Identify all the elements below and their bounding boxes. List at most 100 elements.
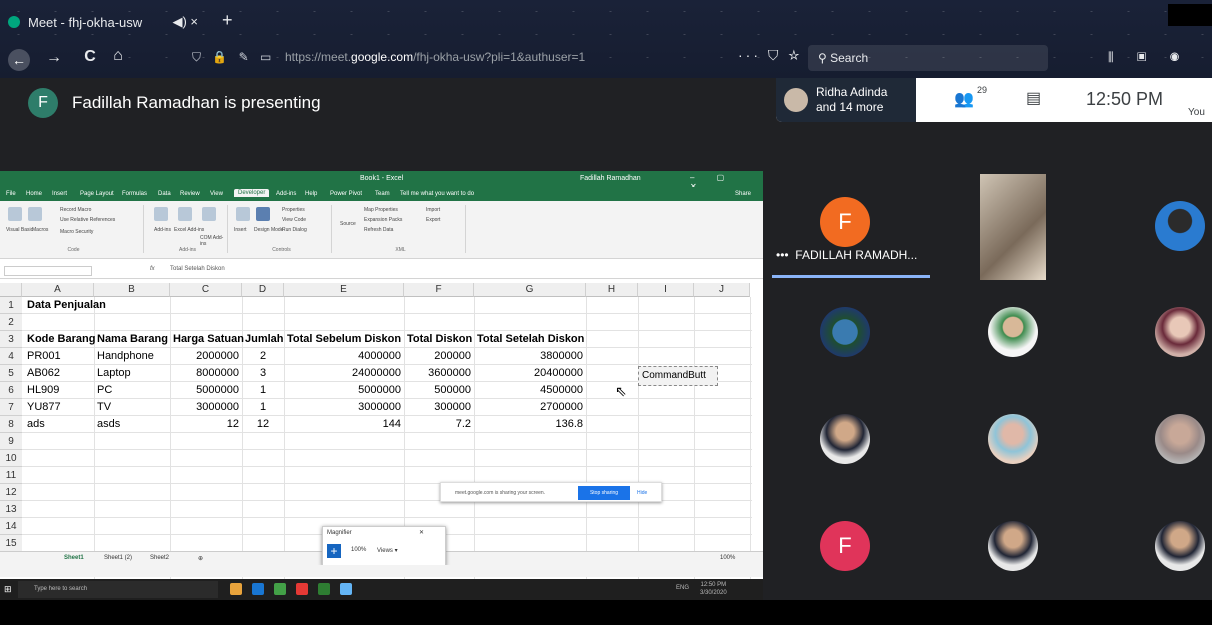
data-cell[interactable]: PC bbox=[94, 382, 115, 399]
participant-tile-avatar[interactable] bbox=[988, 521, 1038, 571]
data-cell[interactable]: Handphone bbox=[94, 348, 157, 365]
row-header[interactable]: 7 bbox=[0, 399, 22, 416]
col-header-c[interactable]: C bbox=[170, 283, 242, 297]
com-add-ins-button[interactable]: COM Add-ins bbox=[200, 235, 227, 247]
toolbar-icons[interactable]: ⫼ ▣ ◉ bbox=[1108, 50, 1189, 65]
record-macro-button[interactable]: Record Macro bbox=[60, 207, 91, 213]
excel-add-ins-button[interactable]: Excel Add-ins bbox=[174, 227, 204, 233]
row-header[interactable]: 15 bbox=[0, 535, 22, 552]
people-icon[interactable]: 👥 bbox=[954, 89, 974, 109]
forward-button[interactable]: → bbox=[40, 49, 68, 67]
visual-basic-button[interactable]: Visual Basic bbox=[6, 227, 33, 233]
import-button[interactable]: Import bbox=[426, 207, 440, 213]
reload-button[interactable]: C bbox=[76, 48, 104, 66]
more-options-icon[interactable]: ••• bbox=[776, 248, 789, 262]
header-cell[interactable]: Harga Satuan bbox=[170, 331, 247, 348]
row-header[interactable]: 8 bbox=[0, 416, 22, 433]
insert-control-icon[interactable] bbox=[236, 207, 250, 221]
data-cell[interactable]: 12 bbox=[170, 416, 242, 433]
col-header-h[interactable]: H bbox=[586, 283, 638, 297]
design-mode-icon[interactable] bbox=[256, 207, 270, 221]
tab-developer[interactable]: Developer bbox=[234, 189, 270, 197]
tab-file[interactable]: File bbox=[6, 191, 16, 197]
row-header[interactable]: 11 bbox=[0, 467, 22, 484]
windows-start-icon[interactable]: ⊞ bbox=[4, 584, 12, 595]
col-header-j[interactable]: J bbox=[694, 283, 750, 297]
tab-review[interactable]: Review bbox=[180, 191, 200, 197]
taskbar-search[interactable]: Type here to search bbox=[18, 581, 218, 598]
back-button[interactable]: ← bbox=[8, 49, 30, 71]
data-cell[interactable]: 4000000 bbox=[284, 348, 404, 365]
tab-help[interactable]: Help bbox=[305, 191, 317, 197]
add-sheet-button[interactable]: ⊕ bbox=[198, 555, 203, 562]
add-ins-button[interactable]: Add-ins bbox=[154, 227, 171, 233]
hide-button[interactable]: Hide bbox=[637, 490, 647, 496]
row-header[interactable]: 10 bbox=[0, 450, 22, 467]
relative-references-button[interactable]: Use Relative References bbox=[60, 217, 115, 223]
data-cell[interactable]: TV bbox=[94, 399, 114, 416]
data-cell[interactable]: ads bbox=[24, 416, 48, 433]
data-cell[interactable]: asds bbox=[94, 416, 123, 433]
tab-formulas[interactable]: Formulas bbox=[122, 191, 147, 197]
data-cell[interactable]: 500000 bbox=[404, 382, 474, 399]
visual-basic-icon[interactable] bbox=[8, 207, 22, 221]
col-header-b[interactable]: B bbox=[94, 283, 170, 297]
data-cell[interactable]: 7.2 bbox=[404, 416, 474, 433]
col-header-e[interactable]: E bbox=[284, 283, 404, 297]
tell-me-box[interactable]: Tell me what you want to do bbox=[400, 191, 474, 197]
data-cell[interactable]: YU877 bbox=[24, 399, 64, 416]
data-cell[interactable]: 2700000 bbox=[474, 399, 586, 416]
col-header-i[interactable]: I bbox=[638, 283, 694, 297]
data-cell[interactable]: PR001 bbox=[24, 348, 64, 365]
data-cell[interactable]: 2 bbox=[242, 348, 284, 365]
source-button[interactable]: Source bbox=[340, 221, 356, 227]
macros-button[interactable]: Macros bbox=[32, 227, 48, 233]
participant-tile-avatar[interactable]: F bbox=[820, 521, 870, 571]
expansion-packs-button[interactable]: Expansion Packs bbox=[364, 217, 402, 223]
share-button[interactable]: Share bbox=[735, 191, 751, 197]
browser-tab[interactable]: Meet - fhj-okha-usw ◀) × bbox=[8, 8, 198, 36]
row-header[interactable]: 1 bbox=[0, 297, 22, 314]
col-header-a[interactable]: A bbox=[22, 283, 94, 297]
macro-security-button[interactable]: Macro Security bbox=[60, 229, 93, 235]
header-cell[interactable]: Nama Barang bbox=[94, 331, 171, 348]
data-cell[interactable]: Laptop bbox=[94, 365, 134, 382]
title-cell[interactable]: Data Penjualan bbox=[24, 297, 109, 314]
map-properties-button[interactable]: Map Properties bbox=[364, 207, 398, 213]
home-button[interactable]: ⌂ bbox=[104, 47, 132, 65]
view-code-button[interactable]: View Code bbox=[282, 217, 306, 223]
taskbar-app-icon[interactable] bbox=[274, 583, 286, 595]
participant-video-tile[interactable] bbox=[980, 174, 1046, 280]
participant-tile-avatar[interactable] bbox=[1155, 414, 1205, 464]
col-header-d[interactable]: D bbox=[242, 283, 284, 297]
design-mode-button[interactable]: Design Mode bbox=[254, 227, 283, 233]
data-cell[interactable]: 1 bbox=[242, 399, 284, 416]
data-cell[interactable]: 5000000 bbox=[170, 382, 242, 399]
properties-button[interactable]: Properties bbox=[282, 207, 305, 213]
formula-input[interactable]: Total Setelah Diskon bbox=[170, 266, 225, 272]
data-cell[interactable]: 200000 bbox=[404, 348, 474, 365]
sheet-tab-sheet1[interactable]: Sheet1 bbox=[64, 555, 84, 561]
data-cell[interactable]: 1 bbox=[242, 382, 284, 399]
data-cell[interactable]: 136.8 bbox=[474, 416, 586, 433]
col-header-g[interactable]: G bbox=[474, 283, 586, 297]
taskbar-app-icon[interactable] bbox=[296, 583, 308, 595]
tab-page-layout[interactable]: Page Layout bbox=[80, 191, 114, 197]
row-header[interactable]: 9 bbox=[0, 433, 22, 450]
col-header-f[interactable]: F bbox=[404, 283, 474, 297]
tab-data[interactable]: Data bbox=[158, 191, 171, 197]
data-cell[interactable]: 12 bbox=[242, 416, 284, 433]
row-header[interactable]: 13 bbox=[0, 501, 22, 518]
sheet-tab-sheet2[interactable]: Sheet2 bbox=[150, 555, 169, 561]
row-header[interactable]: 6 bbox=[0, 382, 22, 399]
com-add-ins-icon[interactable] bbox=[202, 207, 216, 221]
data-cell[interactable]: 300000 bbox=[404, 399, 474, 416]
insert-control-button[interactable]: Insert bbox=[234, 227, 247, 233]
select-all-corner[interactable] bbox=[0, 283, 22, 297]
run-dialog-button[interactable]: Run Dialog bbox=[282, 227, 307, 233]
tab-insert[interactable]: Insert bbox=[52, 191, 67, 197]
row-header[interactable]: 14 bbox=[0, 518, 22, 535]
data-cell[interactable]: 8000000 bbox=[170, 365, 242, 382]
data-cell[interactable]: 3000000 bbox=[170, 399, 242, 416]
search-box[interactable]: ⚲ Search bbox=[808, 45, 1048, 71]
